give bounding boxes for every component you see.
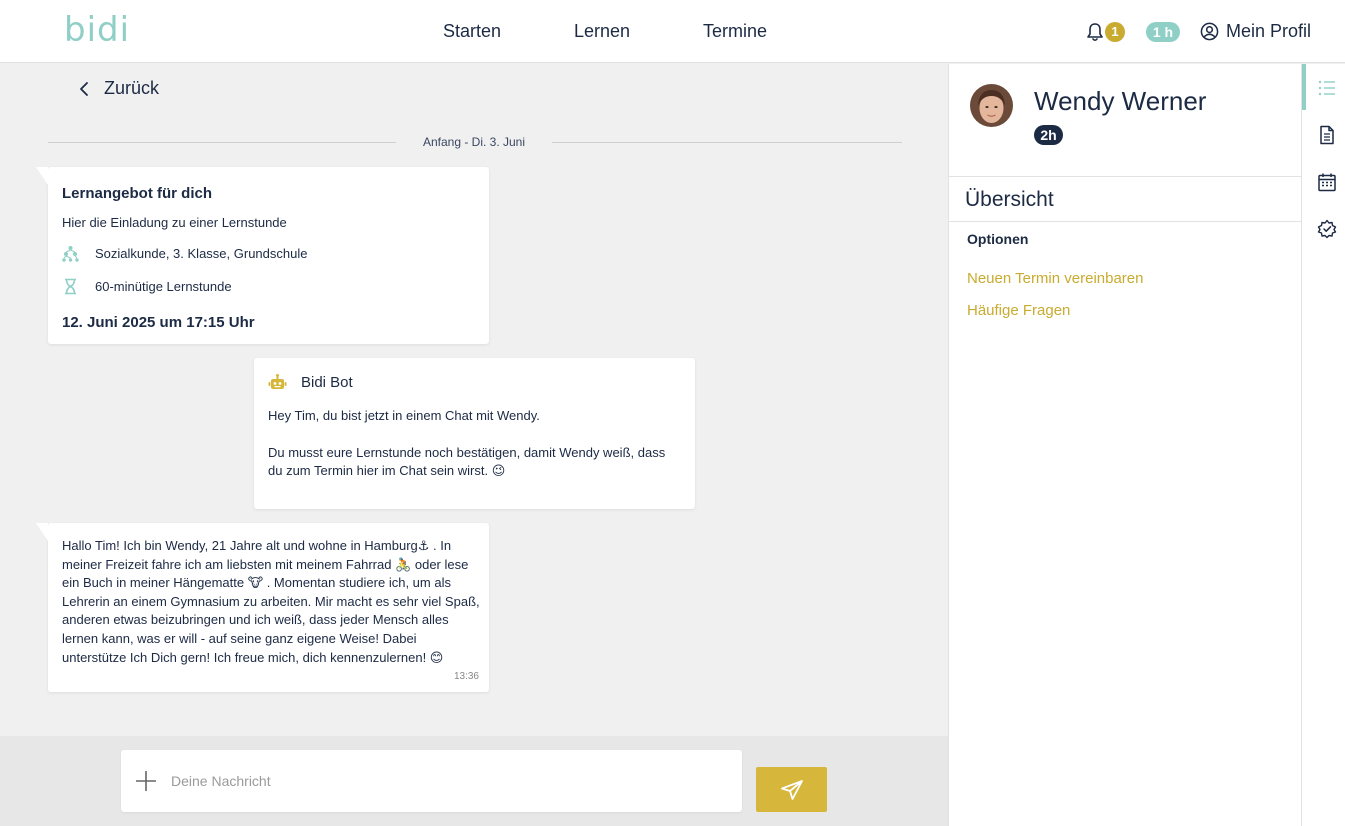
back-label: Zurück <box>104 78 160 98</box>
chevron-left-icon <box>80 81 88 96</box>
nav-starten[interactable]: Starten <box>443 21 501 42</box>
plus-icon[interactable] <box>135 770 157 792</box>
user-circle-icon[interactable] <box>1200 22 1219 41</box>
bot-message-text: Hey Tim, du bist jetzt in einem Chat mit… <box>268 407 680 480</box>
settings-icon[interactable] <box>1317 219 1337 239</box>
send-icon <box>780 779 803 800</box>
offer-title: Lernangebot für dich <box>62 185 212 202</box>
message-input[interactable] <box>171 768 721 794</box>
notification-badge[interactable]: 1 <box>1105 22 1125 42</box>
bidi-logo[interactable]: bidi <box>64 10 130 50</box>
faq-link[interactable]: Häufige Fragen <box>967 302 1070 319</box>
calendar-icon[interactable] <box>1317 172 1337 192</box>
bot-name: Bidi Bot <box>301 374 353 391</box>
back-button[interactable]: Zurück <box>78 78 159 99</box>
divider-line <box>552 142 902 143</box>
bot-message-card: Bidi Bot Hey Tim, du bist jetzt in einem… <box>254 358 695 509</box>
chat-message: Hallo Tim! Ich bin Wendy, 21 Jahre alt u… <box>36 523 489 692</box>
tutor-hours-badge: 2h <box>1034 125 1063 145</box>
document-icon[interactable] <box>1317 125 1337 145</box>
robot-icon <box>268 374 287 389</box>
offer-duration: 60-minütige Lernstunde <box>95 279 232 294</box>
bubble-tail <box>36 523 48 541</box>
bell-icon[interactable] <box>1085 22 1105 42</box>
bubble-tail <box>36 167 48 185</box>
bot-message-line: Hey Tim, du bist jetzt in einem Chat mit… <box>268 408 540 423</box>
message-timestamp: 13:36 <box>453 671 479 682</box>
chat-area: Zurück Anfang - Di. 3. Juni Lernangebot … <box>0 64 948 736</box>
bot-message-line: Du musst eure Lernstunde noch bestätigen… <box>268 445 666 478</box>
overview-title: Übersicht <box>965 188 1054 211</box>
tutor-panel: Wendy Werner 2h Übersicht Optionen Neuen… <box>948 64 1302 826</box>
offer-subject-row: Sozialkunde, 3. Klasse, Grundschule <box>62 245 307 262</box>
tutor-name: Wendy Werner <box>1034 86 1207 116</box>
offer-duration-row: 60-minütige Lernstunde <box>62 278 232 295</box>
hourglass-icon <box>65 278 76 295</box>
offer-subtitle: Hier die Einladung zu einer Lernstunde <box>62 215 287 230</box>
divider-line <box>48 142 396 143</box>
message-composer <box>0 736 948 826</box>
send-button[interactable] <box>756 767 827 812</box>
date-divider: Anfang - Di. 3. Juni <box>422 135 526 149</box>
profile-link[interactable]: Mein Profil <box>1226 21 1311 42</box>
icon-rail <box>1301 64 1345 826</box>
divider <box>949 221 1302 222</box>
hierarchy-icon <box>62 246 79 262</box>
list-icon[interactable] <box>1317 78 1337 98</box>
top-header: bidi Starten Lernen Termine 1 1 h Mein P… <box>0 0 1345 63</box>
avatar <box>970 84 1013 127</box>
bot-header: Bidi Bot <box>268 374 353 391</box>
options-heading: Optionen <box>967 231 1029 247</box>
divider <box>949 176 1302 177</box>
offer-date: 12. Juni 2025 um 17:15 Uhr <box>62 314 255 331</box>
active-indicator <box>1302 64 1306 110</box>
new-appointment-link[interactable]: Neuen Termin vereinbaren <box>967 270 1144 287</box>
offer-subject: Sozialkunde, 3. Klasse, Grundschule <box>95 246 308 261</box>
message-input-box <box>121 750 742 812</box>
message-text: Hallo Tim! Ich bin Wendy, 21 Jahre alt u… <box>62 538 480 665</box>
nav-termine[interactable]: Termine <box>703 21 767 42</box>
offer-card: Lernangebot für dich Hier die Einladung … <box>36 167 489 344</box>
hours-badge: 1 h <box>1146 22 1180 42</box>
nav-lernen[interactable]: Lernen <box>574 21 630 42</box>
